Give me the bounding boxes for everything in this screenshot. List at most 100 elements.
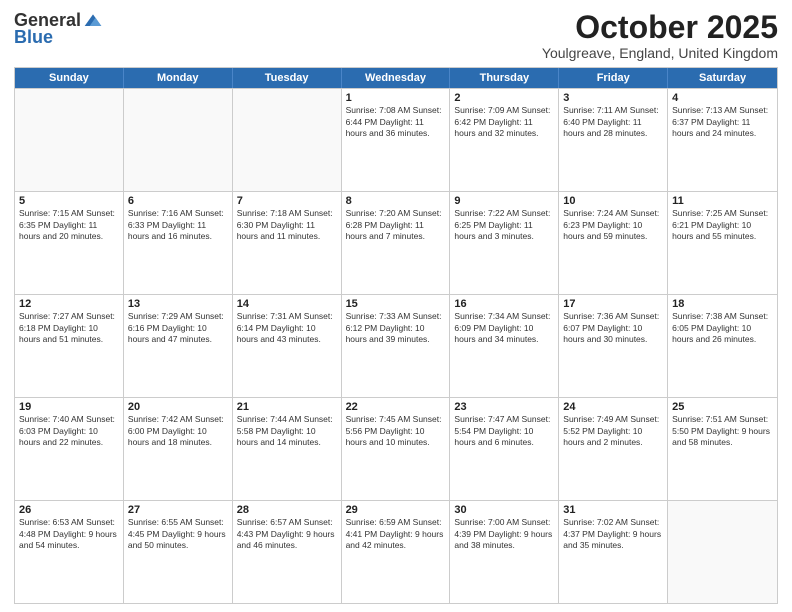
day-number: 2 <box>454 92 554 104</box>
calendar-cell: 14Sunrise: 7:31 AM Sunset: 6:14 PM Dayli… <box>233 295 342 397</box>
cell-info: Sunrise: 7:45 AM Sunset: 5:56 PM Dayligh… <box>346 414 446 448</box>
cell-info: Sunrise: 7:40 AM Sunset: 6:03 PM Dayligh… <box>19 414 119 448</box>
calendar-cell: 30Sunrise: 7:00 AM Sunset: 4:39 PM Dayli… <box>450 501 559 603</box>
cell-info: Sunrise: 6:53 AM Sunset: 4:48 PM Dayligh… <box>19 517 119 551</box>
calendar-row: 26Sunrise: 6:53 AM Sunset: 4:48 PM Dayli… <box>15 500 777 603</box>
weekday-header: Friday <box>559 68 668 88</box>
calendar-cell: 9Sunrise: 7:22 AM Sunset: 6:25 PM Daylig… <box>450 192 559 294</box>
calendar-cell: 5Sunrise: 7:15 AM Sunset: 6:35 PM Daylig… <box>15 192 124 294</box>
cell-info: Sunrise: 7:34 AM Sunset: 6:09 PM Dayligh… <box>454 311 554 345</box>
day-number: 21 <box>237 401 337 413</box>
calendar-cell: 17Sunrise: 7:36 AM Sunset: 6:07 PM Dayli… <box>559 295 668 397</box>
cell-info: Sunrise: 7:18 AM Sunset: 6:30 PM Dayligh… <box>237 208 337 242</box>
calendar-cell: 18Sunrise: 7:38 AM Sunset: 6:05 PM Dayli… <box>668 295 777 397</box>
calendar-cell: 3Sunrise: 7:11 AM Sunset: 6:40 PM Daylig… <box>559 89 668 191</box>
day-number: 7 <box>237 195 337 207</box>
calendar-header-row: SundayMondayTuesdayWednesdayThursdayFrid… <box>15 68 777 88</box>
day-number: 13 <box>128 298 228 310</box>
cell-info: Sunrise: 7:25 AM Sunset: 6:21 PM Dayligh… <box>672 208 773 242</box>
calendar-cell: 28Sunrise: 6:57 AM Sunset: 4:43 PM Dayli… <box>233 501 342 603</box>
calendar-cell: 21Sunrise: 7:44 AM Sunset: 5:58 PM Dayli… <box>233 398 342 500</box>
day-number: 20 <box>128 401 228 413</box>
weekday-header: Saturday <box>668 68 777 88</box>
weekday-header: Wednesday <box>342 68 451 88</box>
calendar-body: 1Sunrise: 7:08 AM Sunset: 6:44 PM Daylig… <box>15 88 777 603</box>
calendar-cell: 24Sunrise: 7:49 AM Sunset: 5:52 PM Dayli… <box>559 398 668 500</box>
day-number: 10 <box>563 195 663 207</box>
title-block: October 2025 Youlgreave, England, United… <box>542 10 778 61</box>
cell-info: Sunrise: 7:27 AM Sunset: 6:18 PM Dayligh… <box>19 311 119 345</box>
day-number: 17 <box>563 298 663 310</box>
calendar-cell: 8Sunrise: 7:20 AM Sunset: 6:28 PM Daylig… <box>342 192 451 294</box>
cell-info: Sunrise: 7:36 AM Sunset: 6:07 PM Dayligh… <box>563 311 663 345</box>
cell-info: Sunrise: 7:11 AM Sunset: 6:40 PM Dayligh… <box>563 105 663 139</box>
logo: General Blue <box>14 10 103 48</box>
day-number: 19 <box>19 401 119 413</box>
weekday-header: Tuesday <box>233 68 342 88</box>
logo-icon <box>83 11 103 31</box>
cell-info: Sunrise: 7:42 AM Sunset: 6:00 PM Dayligh… <box>128 414 228 448</box>
calendar-cell: 16Sunrise: 7:34 AM Sunset: 6:09 PM Dayli… <box>450 295 559 397</box>
cell-info: Sunrise: 7:15 AM Sunset: 6:35 PM Dayligh… <box>19 208 119 242</box>
calendar-row: 5Sunrise: 7:15 AM Sunset: 6:35 PM Daylig… <box>15 191 777 294</box>
cell-info: Sunrise: 7:33 AM Sunset: 6:12 PM Dayligh… <box>346 311 446 345</box>
day-number: 26 <box>19 504 119 516</box>
weekday-header: Monday <box>124 68 233 88</box>
day-number: 18 <box>672 298 773 310</box>
cell-info: Sunrise: 6:59 AM Sunset: 4:41 PM Dayligh… <box>346 517 446 551</box>
calendar-cell <box>15 89 124 191</box>
month-title: October 2025 <box>542 10 778 45</box>
cell-info: Sunrise: 7:20 AM Sunset: 6:28 PM Dayligh… <box>346 208 446 242</box>
cell-info: Sunrise: 7:51 AM Sunset: 5:50 PM Dayligh… <box>672 414 773 448</box>
day-number: 12 <box>19 298 119 310</box>
day-number: 1 <box>346 92 446 104</box>
cell-info: Sunrise: 7:44 AM Sunset: 5:58 PM Dayligh… <box>237 414 337 448</box>
cell-info: Sunrise: 7:49 AM Sunset: 5:52 PM Dayligh… <box>563 414 663 448</box>
calendar-cell: 2Sunrise: 7:09 AM Sunset: 6:42 PM Daylig… <box>450 89 559 191</box>
cell-info: Sunrise: 7:08 AM Sunset: 6:44 PM Dayligh… <box>346 105 446 139</box>
page: General Blue October 2025 Youlgreave, En… <box>0 0 792 612</box>
calendar: SundayMondayTuesdayWednesdayThursdayFrid… <box>14 67 778 604</box>
calendar-cell: 7Sunrise: 7:18 AM Sunset: 6:30 PM Daylig… <box>233 192 342 294</box>
calendar-cell: 29Sunrise: 6:59 AM Sunset: 4:41 PM Dayli… <box>342 501 451 603</box>
day-number: 23 <box>454 401 554 413</box>
calendar-row: 1Sunrise: 7:08 AM Sunset: 6:44 PM Daylig… <box>15 88 777 191</box>
cell-info: Sunrise: 6:55 AM Sunset: 4:45 PM Dayligh… <box>128 517 228 551</box>
day-number: 31 <box>563 504 663 516</box>
cell-info: Sunrise: 7:00 AM Sunset: 4:39 PM Dayligh… <box>454 517 554 551</box>
calendar-cell <box>124 89 233 191</box>
calendar-row: 12Sunrise: 7:27 AM Sunset: 6:18 PM Dayli… <box>15 294 777 397</box>
day-number: 11 <box>672 195 773 207</box>
calendar-cell: 1Sunrise: 7:08 AM Sunset: 6:44 PM Daylig… <box>342 89 451 191</box>
cell-info: Sunrise: 6:57 AM Sunset: 4:43 PM Dayligh… <box>237 517 337 551</box>
calendar-cell: 22Sunrise: 7:45 AM Sunset: 5:56 PM Dayli… <box>342 398 451 500</box>
day-number: 22 <box>346 401 446 413</box>
calendar-cell: 6Sunrise: 7:16 AM Sunset: 6:33 PM Daylig… <box>124 192 233 294</box>
day-number: 15 <box>346 298 446 310</box>
calendar-cell: 15Sunrise: 7:33 AM Sunset: 6:12 PM Dayli… <box>342 295 451 397</box>
day-number: 29 <box>346 504 446 516</box>
day-number: 28 <box>237 504 337 516</box>
day-number: 16 <box>454 298 554 310</box>
calendar-cell <box>668 501 777 603</box>
calendar-cell: 11Sunrise: 7:25 AM Sunset: 6:21 PM Dayli… <box>668 192 777 294</box>
day-number: 14 <box>237 298 337 310</box>
calendar-cell: 12Sunrise: 7:27 AM Sunset: 6:18 PM Dayli… <box>15 295 124 397</box>
cell-info: Sunrise: 7:16 AM Sunset: 6:33 PM Dayligh… <box>128 208 228 242</box>
day-number: 6 <box>128 195 228 207</box>
calendar-cell <box>233 89 342 191</box>
cell-info: Sunrise: 7:09 AM Sunset: 6:42 PM Dayligh… <box>454 105 554 139</box>
calendar-cell: 25Sunrise: 7:51 AM Sunset: 5:50 PM Dayli… <box>668 398 777 500</box>
cell-info: Sunrise: 7:24 AM Sunset: 6:23 PM Dayligh… <box>563 208 663 242</box>
calendar-row: 19Sunrise: 7:40 AM Sunset: 6:03 PM Dayli… <box>15 397 777 500</box>
day-number: 27 <box>128 504 228 516</box>
cell-info: Sunrise: 7:13 AM Sunset: 6:37 PM Dayligh… <box>672 105 773 139</box>
day-number: 30 <box>454 504 554 516</box>
day-number: 8 <box>346 195 446 207</box>
day-number: 4 <box>672 92 773 104</box>
cell-info: Sunrise: 7:02 AM Sunset: 4:37 PM Dayligh… <box>563 517 663 551</box>
calendar-cell: 26Sunrise: 6:53 AM Sunset: 4:48 PM Dayli… <box>15 501 124 603</box>
cell-info: Sunrise: 7:38 AM Sunset: 6:05 PM Dayligh… <box>672 311 773 345</box>
day-number: 25 <box>672 401 773 413</box>
day-number: 5 <box>19 195 119 207</box>
